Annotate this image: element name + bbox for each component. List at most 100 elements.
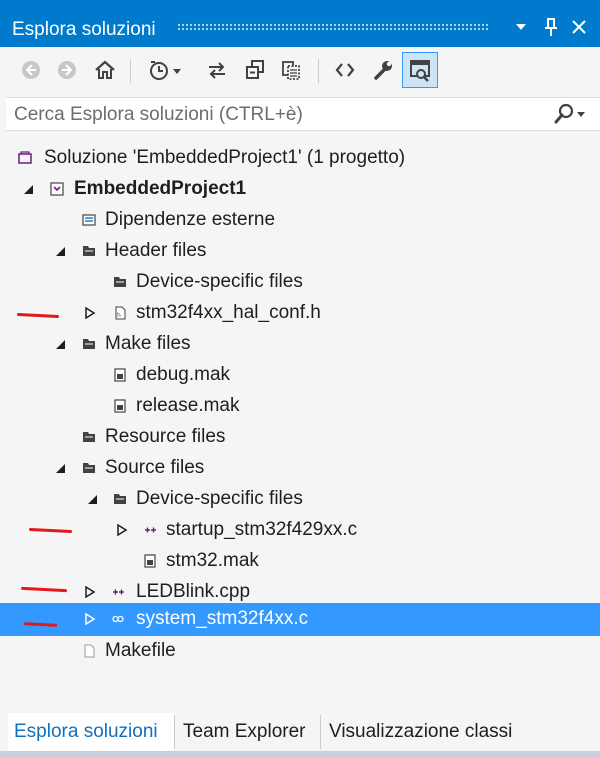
file-icon [84, 644, 95, 658]
bottom-strip [0, 751, 600, 758]
cpp-source-file-icon [113, 589, 124, 595]
header-file-icon: h [115, 306, 126, 320]
collapsed-arrow-icon[interactable] [84, 307, 96, 319]
sync-icon [209, 62, 225, 79]
c-source-file-icon [145, 527, 156, 533]
tree-item-label: release.mak [136, 395, 240, 416]
tree-item-label: Header files [105, 240, 207, 261]
filter-folder-icon [114, 277, 126, 287]
tree-item-label: Source files [105, 457, 205, 478]
tree-item-source-device-specific[interactable]: Device-specific files [0, 484, 600, 515]
tree-item-label: EmbeddedProject1 [74, 178, 247, 199]
tree-item-solution[interactable]: Soluzione 'EmbeddedProject1' (1 progetto… [0, 143, 600, 174]
expanded-arrow-icon[interactable] [22, 183, 34, 195]
toolbar-separator [130, 59, 131, 83]
tree-item-label: Makefile [105, 640, 176, 661]
tab-separator [174, 715, 175, 749]
bottom-tabs: Esplora soluzioni Team Explorer Visualiz… [0, 713, 600, 751]
tree-item-source-files[interactable]: Source files [0, 453, 600, 484]
tab-separator [320, 715, 321, 749]
title-grip [177, 23, 488, 32]
make-file-icon [114, 368, 126, 382]
tree-item-label: Device-specific files [136, 271, 303, 292]
tree-item-debug-mak[interactable]: debug.mak [0, 360, 600, 391]
back-icon [22, 61, 40, 79]
toolbar [0, 47, 600, 93]
tree-item-label: Soluzione 'EmbeddedProject1' (1 progetto… [44, 147, 406, 168]
filter-folder-icon [114, 494, 126, 504]
properties-icon [374, 61, 392, 80]
make-file-icon [144, 554, 156, 568]
show-all-files-icon [282, 61, 300, 80]
tree-item-label: Device-specific files [136, 488, 303, 509]
chevron-down-icon [516, 24, 526, 30]
close-icon [572, 20, 586, 34]
tree-item-label: stm32f4xx_hal_conf.h [136, 302, 321, 323]
tree-item-label: debug.mak [136, 364, 231, 385]
collapsed-arrow-icon[interactable] [84, 586, 96, 598]
expanded-arrow-icon[interactable] [86, 493, 98, 505]
dropdown-button[interactable] [508, 14, 534, 40]
solution-icon [18, 151, 32, 164]
tree-item-release-mak[interactable]: release.mak [0, 391, 600, 422]
tree-item-header-files[interactable]: Header files [0, 236, 600, 267]
tree-item-label: startup_stm32f429xx.c [166, 519, 358, 540]
svg-text:h: h [117, 312, 121, 319]
tree-item-make-files[interactable]: Make files [0, 329, 600, 360]
make-file-icon [114, 399, 126, 413]
pending-changes-button[interactable] [146, 55, 186, 85]
tree-item-label: Make files [105, 333, 191, 354]
tree-item-label: Dipendenze esterne [105, 209, 276, 230]
expanded-arrow-icon[interactable] [54, 462, 66, 474]
red-annotation-mark [28, 527, 73, 534]
toolbar-separator [318, 59, 319, 83]
red-annotation-mark [20, 586, 68, 593]
tree-item-startup[interactable]: startup_stm32f429xx.c [0, 515, 600, 546]
tab-esplora-soluzioni[interactable]: Esplora soluzioni [8, 713, 174, 751]
expanded-arrow-icon[interactable] [54, 338, 66, 350]
preview-selected-button[interactable] [402, 52, 438, 88]
tree-item-label: Resource files [105, 426, 226, 447]
expanded-arrow-icon[interactable] [54, 245, 66, 257]
home-button[interactable] [90, 55, 120, 85]
tree-item-system[interactable]: system_stm32f4xx.c [0, 603, 600, 636]
tree-item-label: system_stm32f4xx.c [136, 608, 309, 629]
filter-folder-icon [83, 463, 95, 473]
back-button[interactable] [16, 55, 46, 85]
collapsed-arrow-icon[interactable] [84, 613, 96, 625]
filter-folder-icon [83, 339, 95, 349]
search-icon [554, 103, 585, 124]
tree-item-header-device-specific[interactable]: Device-specific files [0, 267, 600, 298]
tree-item-project[interactable]: EmbeddedProject1 [0, 174, 600, 205]
collapse-all-icon [246, 60, 264, 79]
properties-button[interactable] [368, 55, 398, 85]
search-button[interactable] [552, 102, 592, 128]
forward-icon [58, 61, 76, 79]
tab-team-explorer[interactable]: Team Explorer [177, 713, 319, 751]
view-code-icon [335, 63, 355, 77]
show-all-files-button[interactable] [276, 55, 306, 85]
sync-button[interactable] [202, 55, 232, 85]
tree-item-external-deps[interactable]: Dipendenze esterne [0, 205, 600, 236]
search-input[interactable] [12, 102, 536, 128]
forward-button[interactable] [52, 55, 82, 85]
collapse-all-button[interactable] [240, 55, 270, 85]
collapsed-arrow-icon[interactable] [116, 524, 128, 536]
tree-item-label: LEDBlink.cpp [136, 581, 251, 602]
tree-item-resource-files[interactable]: Resource files [0, 422, 600, 453]
preview-selected-icon [410, 60, 430, 82]
filter-folder-icon [83, 432, 95, 442]
tab-visualizzazione-classi[interactable]: Visualizzazione classi [323, 713, 533, 751]
title-bar: Esplora soluzioni [0, 0, 600, 47]
filter-folder-icon [83, 246, 95, 256]
close-button[interactable] [566, 14, 592, 40]
tree-item-makefile[interactable]: Makefile [0, 636, 600, 667]
tree-item-hal-conf[interactable]: h stm32f4xx_hal_conf.h [0, 298, 600, 329]
project-icon [50, 182, 64, 196]
pin-icon [545, 18, 557, 36]
pending-changes-icon [150, 61, 181, 80]
view-code-button[interactable] [330, 55, 360, 85]
c-source-file-icon [112, 615, 124, 623]
pin-button[interactable] [538, 14, 564, 40]
tree-item-stm32-mak[interactable]: stm32.mak [0, 546, 600, 577]
